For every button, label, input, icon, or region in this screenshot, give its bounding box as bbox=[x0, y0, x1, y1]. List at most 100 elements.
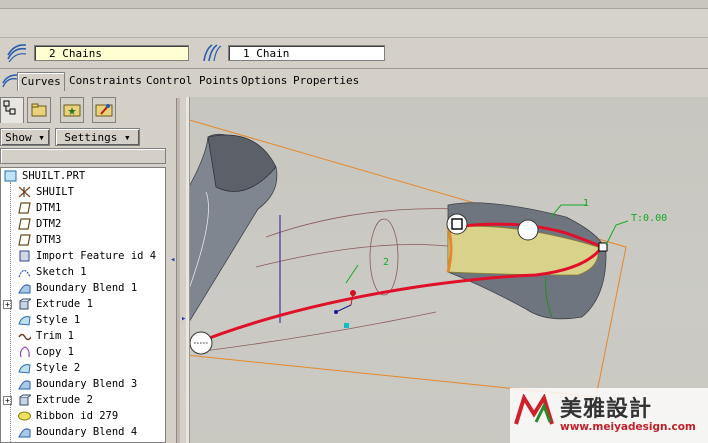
first-chain-text: 2 Chains bbox=[49, 47, 102, 60]
title-strip bbox=[0, 0, 708, 9]
leader-2 bbox=[345, 264, 359, 284]
datum-plane-icon bbox=[18, 234, 31, 246]
show-label: Show bbox=[5, 131, 32, 144]
tree-item-label: SHUILT.PRT bbox=[22, 170, 86, 182]
part-icon bbox=[4, 170, 17, 182]
tree-item[interactable]: DTM2 bbox=[1, 216, 165, 232]
second-chain-collector[interactable]: 1 Chain bbox=[228, 45, 385, 61]
model-tree-icon bbox=[3, 100, 16, 115]
tree-item[interactable]: SHUILT.PRT bbox=[1, 168, 165, 184]
connections-tab[interactable] bbox=[92, 97, 116, 123]
watermark-brand: 美雅設計 bbox=[560, 397, 653, 422]
boundary-blend-icon bbox=[18, 378, 31, 390]
tree-item-label: Sketch 1 bbox=[36, 266, 87, 278]
tree-item[interactable]: Trim 1 bbox=[1, 328, 165, 344]
tree-item[interactable]: Import Feature id 4 bbox=[1, 248, 165, 264]
extrude-icon bbox=[18, 394, 33, 406]
folder-browser-tab[interactable] bbox=[27, 97, 51, 123]
panel-splitter[interactable] bbox=[176, 98, 180, 443]
tree-item[interactable]: DTM1 bbox=[1, 200, 165, 216]
toolbar-area bbox=[0, 9, 708, 38]
tree-item-label: DTM3 bbox=[36, 234, 62, 246]
style-icon bbox=[18, 362, 31, 374]
collapse-arrow-icon[interactable]: ◂ bbox=[170, 255, 178, 265]
tree-item-label: Ribbon id 279 bbox=[36, 410, 119, 422]
tree-item[interactable]: + Extrude 2 bbox=[1, 392, 165, 408]
tree-item[interactable]: Style 2 bbox=[1, 360, 165, 376]
curve-point-handle bbox=[517, 219, 539, 241]
tree-item[interactable]: Boundary Blend 3 bbox=[1, 376, 165, 392]
tree-item-label: Extrude 1 bbox=[36, 298, 93, 310]
guide-curve-middle bbox=[255, 244, 457, 268]
watermark-logo-icon bbox=[514, 394, 554, 425]
datum-plane-icon bbox=[18, 202, 31, 214]
tree-header bbox=[0, 148, 166, 164]
copy-icon bbox=[18, 346, 31, 358]
tree-item-label: Import Feature id 4 bbox=[36, 250, 157, 262]
tree-item[interactable]: + Extrude 1 bbox=[1, 296, 165, 312]
settings-label: Settings bbox=[64, 131, 118, 144]
tree-item-label: Extrude 2 bbox=[36, 394, 93, 406]
tab-control-points[interactable]: Control Points bbox=[143, 72, 242, 90]
ribbon-icon bbox=[18, 410, 31, 422]
tangent-handle bbox=[446, 213, 468, 235]
tree-item-label: Copy 1 bbox=[36, 346, 74, 358]
show-menu-button[interactable]: Show ▾ bbox=[0, 128, 50, 146]
tab-curves[interactable]: Curves bbox=[17, 72, 65, 91]
tree-item[interactable]: Boundary Blend 4 bbox=[1, 424, 165, 440]
tree-item-label: DTM1 bbox=[36, 202, 62, 214]
second-direction-curves-icon[interactable] bbox=[200, 43, 222, 63]
tree-item-label: Boundary Blend 1 bbox=[36, 282, 138, 294]
tension-label: T:0.00 bbox=[631, 213, 668, 224]
tree-item[interactable]: SHUILT bbox=[1, 184, 165, 200]
tab-options[interactable]: Options bbox=[238, 72, 290, 90]
curve-label-2: 2 bbox=[383, 257, 390, 268]
import-icon bbox=[18, 250, 31, 262]
leader-tension bbox=[605, 220, 629, 246]
trim-icon bbox=[18, 330, 32, 342]
datum-plane-icon bbox=[18, 218, 31, 230]
tree-item[interactable]: DTM3 bbox=[1, 232, 165, 248]
watermark-url: www.meiyadesign.com bbox=[560, 421, 696, 433]
viewport-left-edge bbox=[186, 97, 190, 443]
tree-item[interactable]: Style 1 bbox=[1, 312, 165, 328]
extrude-icon bbox=[18, 298, 33, 310]
tree-item-label: SHUILT bbox=[36, 186, 74, 198]
end-point-handle bbox=[598, 242, 608, 252]
settings-menu-button[interactable]: Settings ▾ bbox=[55, 128, 140, 146]
show-dropdown-icon: ▾ bbox=[38, 131, 45, 144]
second-chain-text: 1 Chain bbox=[243, 47, 290, 60]
tab-constraints[interactable]: Constraints bbox=[66, 72, 145, 90]
model-tree-tab[interactable] bbox=[0, 97, 24, 123]
curves-tab-icon bbox=[2, 74, 18, 90]
favorites-tab[interactable] bbox=[60, 97, 84, 123]
tree-item-label: Style 1 bbox=[36, 314, 81, 326]
tree-item-label: Boundary Blend 3 bbox=[36, 378, 138, 390]
tree-connector bbox=[10, 182, 11, 442]
tree-item[interactable]: Ribbon id 279 bbox=[1, 408, 165, 424]
folder-icon bbox=[31, 103, 47, 117]
favorites-folder-icon bbox=[63, 104, 81, 117]
tab-properties[interactable]: Properties bbox=[290, 72, 362, 90]
connections-icon bbox=[95, 104, 113, 117]
watermark: 美雅設計 www.meiyadesign.com bbox=[510, 388, 708, 443]
guide-curve-lower bbox=[195, 311, 437, 353]
axes-icon bbox=[18, 186, 31, 198]
dashboard-tabs: Curves Constraints Control Points Option… bbox=[0, 70, 708, 92]
boundary-blend-icon bbox=[18, 426, 31, 438]
tree-item-label: Style 2 bbox=[36, 362, 81, 374]
sketch-icon bbox=[18, 266, 31, 278]
tree-item-label: DTM2 bbox=[36, 218, 62, 230]
boundary-blend-icon bbox=[18, 282, 31, 294]
dashboard-bar: 2 Chains 1 Chain bbox=[0, 38, 708, 69]
settings-dropdown-icon: ▾ bbox=[123, 131, 131, 144]
first-direction-curves-icon[interactable] bbox=[6, 43, 28, 63]
tree-item[interactable]: Sketch 1 bbox=[1, 264, 165, 280]
first-chain-collector[interactable]: 2 Chains bbox=[34, 45, 189, 61]
tree-item-label: Boundary Blend 4 bbox=[36, 426, 138, 438]
curve-label-1: 1 bbox=[583, 198, 590, 209]
tree-item-label: Trim 1 bbox=[36, 330, 74, 342]
tree-item[interactable]: Copy 1 bbox=[1, 344, 165, 360]
model-tree: SHUILT.PRT SHUILT DTM1 DTM2 DTM3 Import Featu… bbox=[0, 167, 166, 443]
tree-item[interactable]: Boundary Blend 1 bbox=[1, 280, 165, 296]
